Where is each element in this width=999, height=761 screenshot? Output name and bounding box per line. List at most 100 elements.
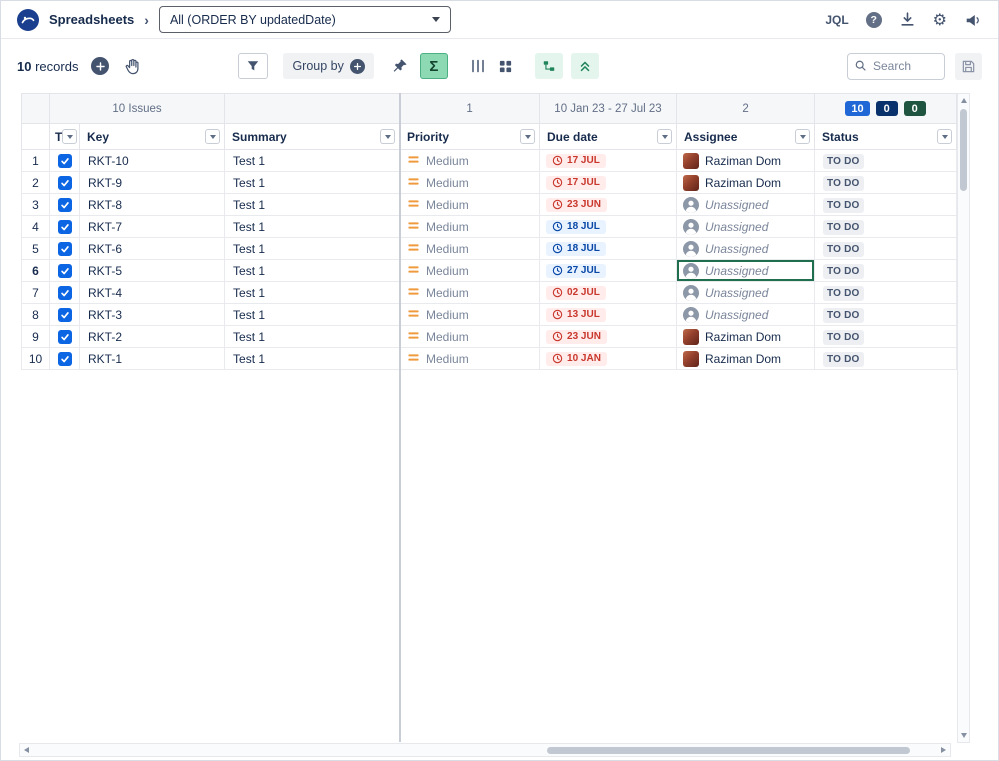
help-icon[interactable]: ? bbox=[866, 12, 882, 28]
status-cell[interactable]: TO DO bbox=[815, 326, 957, 348]
row-number[interactable]: 6 bbox=[22, 260, 50, 282]
due-date-cell[interactable]: 18 JUL bbox=[540, 238, 677, 260]
row-select-cell[interactable] bbox=[50, 304, 80, 326]
row-select-cell[interactable] bbox=[50, 172, 80, 194]
search-input[interactable] bbox=[847, 53, 945, 80]
view-selector-dropdown[interactable]: All (ORDER BY updatedDate) bbox=[159, 6, 451, 33]
row-select-cell[interactable] bbox=[50, 260, 80, 282]
issue-key-cell[interactable]: RKT-5 bbox=[80, 260, 225, 282]
horizontal-scrollbar[interactable] bbox=[19, 743, 951, 757]
row-select-cell[interactable] bbox=[50, 216, 80, 238]
row-number[interactable]: 5 bbox=[22, 238, 50, 260]
priority-cell[interactable]: Medium bbox=[400, 238, 540, 260]
assignee-cell[interactable]: Unassigned bbox=[677, 304, 815, 326]
row-select-cell[interactable] bbox=[50, 194, 80, 216]
assignee-cell[interactable]: Raziman Dom bbox=[677, 172, 815, 194]
issue-summary-cell[interactable]: Test 1 bbox=[225, 194, 400, 216]
filter-caret-icon[interactable] bbox=[380, 129, 395, 144]
issue-summary-cell[interactable]: Test 1 bbox=[225, 282, 400, 304]
issue-summary-cell[interactable]: Test 1 bbox=[225, 216, 400, 238]
priority-cell[interactable]: Medium bbox=[400, 260, 540, 282]
status-cell[interactable]: TO DO bbox=[815, 348, 957, 370]
priority-cell[interactable]: Medium bbox=[400, 304, 540, 326]
issue-summary-cell[interactable]: Test 1 bbox=[225, 260, 400, 282]
row-number[interactable]: 7 bbox=[22, 282, 50, 304]
filter-caret-icon[interactable] bbox=[62, 129, 77, 144]
due-date-cell[interactable]: 13 JUL bbox=[540, 304, 677, 326]
filter-caret-icon[interactable] bbox=[795, 129, 810, 144]
row-number[interactable]: 3 bbox=[22, 194, 50, 216]
row-number[interactable]: 4 bbox=[22, 216, 50, 238]
filter-caret-icon[interactable] bbox=[205, 129, 220, 144]
issue-key-cell[interactable]: RKT-4 bbox=[80, 282, 225, 304]
row-checkbox-checked[interactable] bbox=[58, 286, 72, 300]
filter-caret-icon[interactable] bbox=[937, 129, 952, 144]
row-number[interactable]: 1 bbox=[22, 150, 50, 172]
column-header-type[interactable]: T bbox=[50, 124, 80, 150]
assignee-cell[interactable]: Raziman Dom bbox=[677, 348, 815, 370]
due-date-cell[interactable]: 23 JUN bbox=[540, 194, 677, 216]
issue-summary-cell[interactable]: Test 1 bbox=[225, 172, 400, 194]
row-checkbox-checked[interactable] bbox=[58, 264, 72, 278]
row-checkbox-checked[interactable] bbox=[58, 352, 72, 366]
scroll-down-arrow[interactable] bbox=[958, 729, 969, 742]
pin-icon[interactable] bbox=[392, 58, 408, 74]
row-number[interactable]: 2 bbox=[22, 172, 50, 194]
status-cell[interactable]: TO DO bbox=[815, 216, 957, 238]
drag-hand-icon[interactable] bbox=[123, 57, 142, 76]
due-date-cell[interactable]: 17 JUL bbox=[540, 172, 677, 194]
row-select-cell[interactable] bbox=[50, 326, 80, 348]
issue-summary-cell[interactable]: Test 1 bbox=[225, 238, 400, 260]
issue-key-cell[interactable]: RKT-10 bbox=[80, 150, 225, 172]
filter-caret-icon[interactable] bbox=[520, 129, 535, 144]
save-button[interactable] bbox=[955, 53, 982, 80]
due-date-cell[interactable]: 02 JUL bbox=[540, 282, 677, 304]
row-checkbox-checked[interactable] bbox=[58, 220, 72, 234]
assignee-cell[interactable]: Unassigned bbox=[677, 238, 815, 260]
status-cell[interactable]: TO DO bbox=[815, 172, 957, 194]
row-select-cell[interactable] bbox=[50, 238, 80, 260]
priority-cell[interactable]: Medium bbox=[400, 150, 540, 172]
priority-cell[interactable]: Medium bbox=[400, 348, 540, 370]
column-header-priority[interactable]: Priority bbox=[400, 124, 540, 150]
due-date-cell[interactable]: 27 JUL bbox=[540, 260, 677, 282]
row-number[interactable]: 8 bbox=[22, 304, 50, 326]
assignee-cell[interactable]: Unassigned bbox=[677, 260, 815, 282]
row-number[interactable]: 10 bbox=[22, 348, 50, 370]
due-date-cell[interactable]: 10 JAN bbox=[540, 348, 677, 370]
assignee-cell[interactable]: Unassigned bbox=[677, 282, 815, 304]
column-header-summary[interactable]: Summary bbox=[225, 124, 400, 150]
columns-icon[interactable] bbox=[470, 58, 486, 74]
status-cell[interactable]: TO DO bbox=[815, 304, 957, 326]
issue-summary-cell[interactable]: Test 1 bbox=[225, 304, 400, 326]
assignee-cell[interactable]: Raziman Dom bbox=[677, 150, 815, 172]
column-header-status[interactable]: Status bbox=[815, 124, 957, 150]
select-all-corner[interactable] bbox=[22, 124, 50, 150]
scroll-right-arrow[interactable] bbox=[937, 744, 950, 756]
issue-summary-cell[interactable]: Test 1 bbox=[225, 326, 400, 348]
priority-cell[interactable]: Medium bbox=[400, 326, 540, 348]
row-checkbox-checked[interactable] bbox=[58, 154, 72, 168]
grid-blocks-icon[interactable] bbox=[498, 59, 513, 74]
scroll-up-arrow[interactable] bbox=[958, 94, 969, 107]
column-header-key[interactable]: Key bbox=[80, 124, 225, 150]
status-cell[interactable]: TO DO bbox=[815, 282, 957, 304]
collapse-all-button[interactable] bbox=[571, 53, 599, 79]
assignee-cell[interactable]: Unassigned bbox=[677, 194, 815, 216]
announcement-icon[interactable] bbox=[964, 11, 982, 29]
priority-cell[interactable]: Medium bbox=[400, 194, 540, 216]
issue-key-cell[interactable]: RKT-6 bbox=[80, 238, 225, 260]
row-select-cell[interactable] bbox=[50, 348, 80, 370]
vertical-scrollbar-thumb[interactable] bbox=[960, 109, 967, 191]
add-record-button[interactable] bbox=[91, 57, 109, 75]
row-checkbox-checked[interactable] bbox=[58, 308, 72, 322]
issue-key-cell[interactable]: RKT-8 bbox=[80, 194, 225, 216]
download-icon[interactable] bbox=[899, 11, 916, 28]
issue-key-cell[interactable]: RKT-9 bbox=[80, 172, 225, 194]
due-date-cell[interactable]: 17 JUL bbox=[540, 150, 677, 172]
row-checkbox-checked[interactable] bbox=[58, 330, 72, 344]
scroll-left-arrow[interactable] bbox=[20, 744, 33, 756]
issue-key-cell[interactable]: RKT-7 bbox=[80, 216, 225, 238]
row-number[interactable]: 9 bbox=[22, 326, 50, 348]
priority-cell[interactable]: Medium bbox=[400, 172, 540, 194]
